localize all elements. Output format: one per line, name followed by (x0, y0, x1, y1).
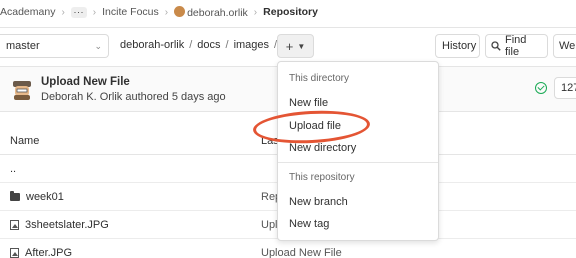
chevron-right-icon: › (61, 6, 65, 18)
breadcrumb-project[interactable]: Incite Focus (102, 6, 159, 18)
new-tag-menu-item[interactable]: New tag (289, 218, 329, 230)
add-to-tree-dropdown: This directory New file Upload file New … (277, 61, 439, 241)
image-icon (10, 220, 19, 230)
parent-dir-label: .. (10, 163, 17, 175)
breadcrumb-user-label: deborah.orlik (187, 7, 248, 19)
more-breadcrumbs-button[interactable]: ··· (70, 6, 87, 18)
path-separator: / (225, 39, 229, 51)
chevron-down-icon: ⌄ (94, 41, 102, 51)
upload-file-menu-item[interactable]: Upload file (289, 120, 341, 132)
breadcrumb-current[interactable]: Repository (263, 6, 318, 18)
column-header-name: Name (10, 135, 40, 147)
add-to-tree-button[interactable]: + ▼ (277, 34, 314, 58)
dropdown-divider (278, 162, 438, 163)
chevron-down-icon: ▼ (297, 41, 306, 51)
dropdown-header-repository: This repository (289, 172, 355, 183)
commit-title[interactable]: Upload New File (41, 76, 130, 88)
divider (0, 27, 576, 28)
breadcrumb: Academany › ··· › Incite Focus › deborah… (0, 0, 576, 24)
commit-meta: Deborah K. Orlik authored 5 days ago (41, 91, 226, 103)
path-segment[interactable]: images (234, 39, 269, 51)
new-directory-menu-item[interactable]: New directory (289, 142, 356, 154)
branch-select-value: master (6, 40, 40, 52)
image-icon (10, 248, 19, 258)
new-file-menu-item[interactable]: New file (289, 97, 328, 109)
author-avatar[interactable] (10, 77, 34, 101)
file-name-label[interactable]: 3sheetslater.JPG (25, 219, 109, 231)
dropdown-header-directory: This directory (289, 73, 350, 84)
breadcrumb-user[interactable]: deborah.orlik (174, 5, 248, 19)
path-segment[interactable]: docs (197, 39, 220, 51)
history-button[interactable]: History (435, 34, 480, 58)
folder-icon (10, 191, 20, 201)
file-name: After.JPG (10, 247, 72, 258)
file-name-label[interactable]: week01 (26, 191, 64, 203)
path-separator: / (189, 39, 193, 51)
new-branch-menu-item[interactable]: New branch (289, 196, 348, 208)
path-segment[interactable]: deborah-orlik (120, 39, 184, 51)
file-path: deborah-orlik / docs / images / (120, 39, 277, 51)
branch-select[interactable]: master ⌄ (0, 34, 109, 58)
search-icon (491, 41, 501, 51)
find-file-button[interactable]: Find file (485, 34, 548, 58)
file-name: .. (10, 163, 16, 175)
find-file-label: Find file (505, 34, 527, 58)
commit-sha-button[interactable]: 127 (554, 77, 576, 99)
commit-message[interactable]: Upload New File (261, 247, 342, 258)
pipeline-success-icon[interactable] (535, 82, 547, 94)
file-name: week01 (10, 191, 64, 203)
chevron-right-icon: › (92, 6, 97, 18)
breadcrumb-group[interactable]: Academany (0, 6, 55, 18)
file-name: 3sheetslater.JPG (10, 219, 109, 231)
plus-icon: + (285, 38, 294, 54)
user-avatar (174, 6, 186, 17)
chevron-right-icon: › (253, 6, 258, 18)
web-ide-button[interactable]: Web (553, 34, 576, 58)
chevron-right-icon: › (164, 6, 169, 18)
table-row[interactable]: After.JPG Upload New File (0, 239, 576, 258)
file-name-label[interactable]: After.JPG (25, 247, 72, 258)
